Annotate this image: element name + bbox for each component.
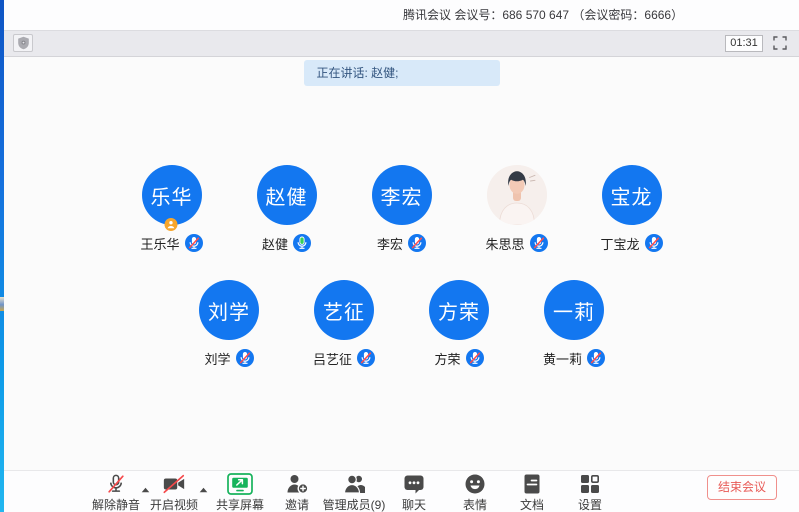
fullscreen-icon <box>773 36 787 50</box>
participant-name-row: 吕艺征 <box>289 349 399 367</box>
participant-tile[interactable]: 刘学刘学 <box>174 280 284 367</box>
participant-name: 黄一莉 <box>543 349 582 368</box>
mic-muted-badge-icon <box>645 234 663 252</box>
participant-tile[interactable]: 乐华 王乐华 <box>117 165 227 252</box>
mic-muted-badge-icon <box>530 234 548 252</box>
participant-name-row: 黄一莉 <box>519 349 629 367</box>
participant-tile[interactable]: 艺征吕艺征 <box>289 280 399 367</box>
avatar-label: 宝龙 <box>611 181 653 210</box>
mic-muted-badge-icon <box>466 349 484 367</box>
participant-tile[interactable]: 赵健赵健 <box>232 165 342 252</box>
participant-name: 王乐华 <box>140 234 179 253</box>
participant-name: 刘学 <box>204 349 230 368</box>
mic-muted-badge-icon <box>236 349 254 367</box>
participant-initials-avatar: 乐华 <box>142 165 202 225</box>
mic-muted-badge-icon <box>357 349 375 367</box>
avatar-label: 艺征 <box>323 296 365 325</box>
participant-initials-avatar: 李宏 <box>372 165 432 225</box>
meeting-stage: 正在讲话: 赵健; 乐华 王乐华 赵健赵健 李宏李宏 朱思思 宝龙丁宝龙 <box>4 57 799 470</box>
host-badge-icon <box>164 218 177 231</box>
participant-tile[interactable]: 李宏李宏 <box>347 165 457 252</box>
bottom-toolbar: 结束会议 解除静音 开启视频 共享屏幕 邀请 管理成员(9) 聊天 表情 文档 … <box>4 470 799 512</box>
settings-icon <box>550 473 630 495</box>
meeting-window: 腾讯会议 会议号：686 570 647 （会议密码：6666） 01:31 正… <box>4 0 799 512</box>
participant-name-row: 赵健 <box>232 234 342 252</box>
meeting-title: 腾讯会议 会议号：686 570 647 （会议密码：6666） <box>403 0 683 30</box>
participant-name-row: 丁宝龙 <box>577 234 687 252</box>
participant-tile[interactable]: 宝龙丁宝龙 <box>577 165 687 252</box>
titlebar: 腾讯会议 会议号：686 570 647 （会议密码：6666） <box>4 0 799 30</box>
toolbar-item-settings[interactable]: 设置 <box>550 473 630 512</box>
mic-muted-badge-icon <box>408 234 426 252</box>
participant-name: 吕艺征 <box>313 349 352 368</box>
participant-name: 丁宝龙 <box>600 234 639 253</box>
participant-name-row: 刘学 <box>174 349 284 367</box>
avatar-label: 乐华 <box>151 181 193 210</box>
participant-name-row: 朱思思 <box>462 234 572 252</box>
app-screen: 腾讯会议 会议号：686 570 647 （会议密码：6666） 01:31 正… <box>0 0 799 512</box>
shield-icon <box>17 36 30 50</box>
participant-initials-avatar: 宝龙 <box>602 165 662 225</box>
participant-tile[interactable]: 朱思思 <box>462 165 572 252</box>
participant-name: 方荣 <box>434 349 460 368</box>
fullscreen-button[interactable] <box>773 36 787 50</box>
participant-name-row: 王乐华 <box>117 234 227 252</box>
participant-initials-avatar: 艺征 <box>314 280 374 340</box>
participant-initials-avatar: 刘学 <box>199 280 259 340</box>
speaking-indicator: 正在讲话: 赵健; <box>304 60 500 86</box>
participant-name: 朱思思 <box>485 234 524 253</box>
avatar-label: 李宏 <box>381 181 423 210</box>
participant-tile[interactable]: 方荣方荣 <box>404 280 514 367</box>
control-bar: 01:31 <box>4 30 799 57</box>
mic-muted-badge-icon <box>587 349 605 367</box>
participant-initials-avatar: 方荣 <box>429 280 489 340</box>
end-meeting-button[interactable]: 结束会议 <box>707 475 777 500</box>
participant-photo-avatar <box>487 165 547 225</box>
avatar-label: 刘学 <box>208 296 250 325</box>
participant-tile[interactable]: 一莉黄一莉 <box>519 280 629 367</box>
participant-row-1: 乐华 王乐华 赵健赵健 李宏李宏 朱思思 宝龙丁宝龙 <box>4 165 799 252</box>
participant-name: 赵健 <box>262 234 288 253</box>
toolbar-item-label: 设置 <box>550 496 630 512</box>
avatar-label: 一莉 <box>553 296 595 325</box>
participant-row-2: 刘学刘学 艺征吕艺征 方荣方荣 一莉黄一莉 <box>4 280 799 367</box>
participant-name-row: 李宏 <box>347 234 457 252</box>
mic-muted-badge-icon <box>185 234 203 252</box>
security-shield-button[interactable] <box>13 34 33 52</box>
mic-active-badge-icon <box>293 234 311 252</box>
participant-name-row: 方荣 <box>404 349 514 367</box>
avatar-label: 赵健 <box>266 181 308 210</box>
meeting-timer: 01:31 <box>725 35 763 52</box>
participant-initials-avatar: 一莉 <box>544 280 604 340</box>
participant-initials-avatar: 赵健 <box>257 165 317 225</box>
avatar-label: 方荣 <box>438 296 480 325</box>
participant-name: 李宏 <box>377 234 403 253</box>
